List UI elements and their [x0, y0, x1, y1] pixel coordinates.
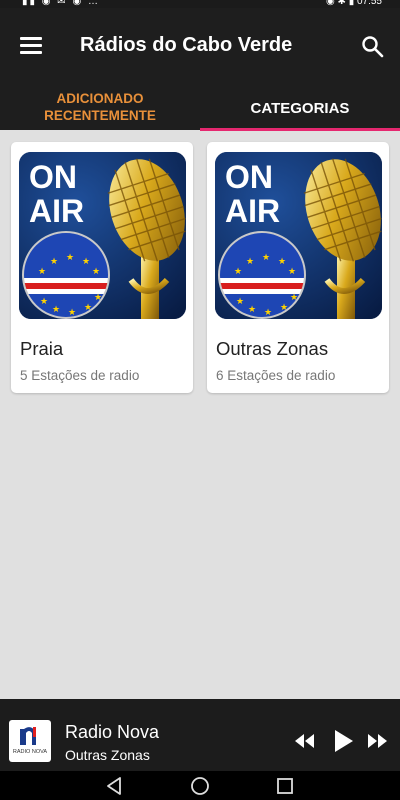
player-station-name: Radio Nova [65, 722, 160, 742]
station-count: 6 Estações de radio [216, 368, 336, 383]
svg-text:★: ★ [50, 257, 58, 267]
svg-text:★: ★ [66, 253, 74, 263]
search-icon[interactable] [360, 34, 386, 60]
svg-text:★: ★ [264, 308, 272, 318]
svg-text:ON: ON [29, 159, 77, 195]
on-air-image: ON AIR ★ ★ ★ ★ ★ ★ ★ ★ ★ ★ [215, 152, 382, 319]
svg-text:AIR: AIR [225, 193, 280, 229]
rewind-icon[interactable] [293, 729, 317, 753]
nav-recents-icon[interactable] [274, 775, 296, 797]
svg-text:★: ★ [38, 267, 46, 277]
svg-text:★: ★ [68, 308, 76, 318]
svg-text:ON: ON [225, 159, 273, 195]
navigation-bar [0, 771, 400, 800]
svg-text:★: ★ [52, 305, 60, 315]
play-icon[interactable] [331, 729, 355, 753]
svg-text:★: ★ [288, 267, 296, 277]
tab-categories-label: CATEGORIAS [250, 99, 350, 117]
category-card-outras-zonas[interactable]: ON AIR ★ ★ ★ ★ ★ ★ ★ ★ ★ ★ Outras Zonas … [207, 142, 389, 393]
svg-text:★: ★ [248, 305, 256, 315]
svg-text:★: ★ [94, 293, 102, 303]
station-count: 5 Estações de radio [20, 368, 140, 383]
status-bar: ▮▮ ◉ ✉ ◉ … ◉ ✱ ▮ 07:55 [0, 0, 400, 8]
svg-text:★: ★ [40, 297, 48, 307]
fast-forward-icon[interactable] [365, 729, 389, 753]
category-card-praia[interactable]: ON AIR ★ ★ ★ ★ ★ ★ ★ ★ ★ ★ Praia 5 Estaç… [11, 142, 193, 393]
svg-text:★: ★ [236, 297, 244, 307]
tab-recently-added[interactable]: ADICIONADO RECENTEMENTE [0, 84, 200, 130]
category-name: Praia [20, 338, 64, 359]
svg-text:RADIO NOVA: RADIO NOVA [13, 749, 47, 755]
svg-text:★: ★ [84, 303, 92, 313]
svg-text:★: ★ [262, 253, 270, 263]
svg-text:★: ★ [278, 257, 286, 267]
status-icons-left: ▮▮ ◉ ✉ ◉ … [22, 0, 100, 7]
status-icons-right: ◉ ✱ ▮ 07:55 [326, 0, 382, 7]
station-logo: RADIO NOVA [9, 720, 51, 762]
tab-bar: ADICIONADO RECENTEMENTE CATEGORIAS [0, 84, 400, 130]
nav-home-icon[interactable] [189, 775, 211, 797]
svg-text:★: ★ [82, 257, 90, 267]
menu-icon[interactable] [20, 37, 42, 54]
on-air-image: ON AIR ★ ★ ★ ★ ★ ★ ★ ★ ★ ★ [19, 152, 186, 319]
tab-categories[interactable]: CATEGORIAS [200, 84, 400, 130]
svg-text:★: ★ [290, 293, 298, 303]
mini-player[interactable]: RADIO NOVA Radio Nova Outras Zonas [0, 699, 400, 771]
svg-text:★: ★ [280, 303, 288, 313]
category-name: Outras Zonas [216, 338, 329, 359]
svg-text:★: ★ [92, 267, 100, 277]
svg-text:★: ★ [246, 257, 254, 267]
category-grid: ON AIR ★ ★ ★ ★ ★ ★ ★ ★ ★ ★ Praia 5 Estaç… [0, 131, 400, 699]
tab-recently-added-label: ADICIONADO RECENTEMENTE [44, 91, 156, 123]
nav-back-icon[interactable] [104, 775, 126, 797]
app-title: Rádios do Cabo Verde [80, 34, 293, 56]
app-bar: Rádios do Cabo Verde [0, 8, 400, 84]
svg-text:★: ★ [234, 267, 242, 277]
svg-text:AIR: AIR [29, 193, 84, 229]
player-station-category: Outras Zonas [65, 747, 150, 763]
